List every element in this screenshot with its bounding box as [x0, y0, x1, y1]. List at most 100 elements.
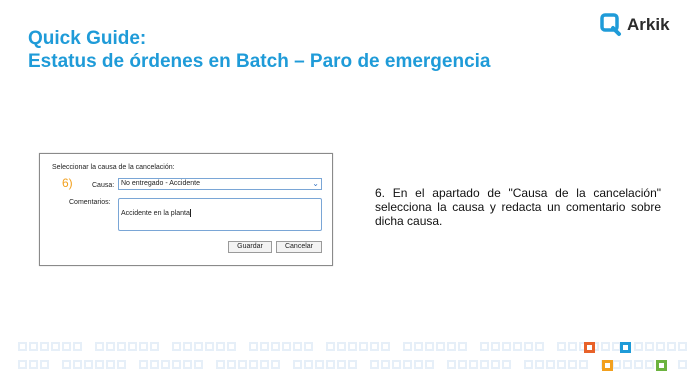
pattern-square: [392, 360, 401, 369]
pattern-square: [557, 342, 566, 351]
pattern-square: [29, 360, 38, 369]
comments-value: Accidente en la planta: [121, 209, 190, 217]
pattern-square: [271, 342, 280, 351]
comments-label: Comentarios:: [69, 199, 111, 206]
pattern-square: [524, 342, 533, 351]
arkik-logo: Arkik: [600, 12, 670, 38]
cause-select-value: No entregado - Accidente: [121, 180, 200, 187]
pattern-square: [535, 360, 544, 369]
pattern-square: [425, 342, 434, 351]
pattern-square: [502, 342, 511, 351]
pattern-square: [260, 360, 269, 369]
pattern-square: [40, 360, 49, 369]
pattern-square: [612, 360, 621, 369]
pattern-square: [216, 342, 225, 351]
accent-square: [602, 360, 613, 371]
pattern-square: [491, 360, 500, 369]
pattern-square: [447, 360, 456, 369]
pattern-square: [62, 342, 71, 351]
save-button[interactable]: Guardar: [228, 241, 272, 253]
pattern-square: [458, 342, 467, 351]
pattern-square: [139, 342, 148, 351]
pattern-square: [18, 342, 27, 351]
dialog-prompt: Seleccionar la causa de la cancelación:: [52, 164, 175, 171]
pattern-square: [469, 360, 478, 369]
pattern-square: [84, 360, 93, 369]
pattern-square: [601, 342, 610, 351]
pattern-square: [403, 342, 412, 351]
pattern-square: [183, 342, 192, 351]
pattern-square: [293, 342, 302, 351]
pattern-square: [359, 342, 368, 351]
pattern-square: [326, 342, 335, 351]
pattern-square: [568, 360, 577, 369]
pattern-square: [502, 360, 511, 369]
pattern-square: [29, 342, 38, 351]
decorative-square-pattern: [0, 340, 688, 387]
pattern-square: [568, 342, 577, 351]
pattern-square: [403, 360, 412, 369]
cancellation-dialog-screenshot: Seleccionar la causa de la cancelación: …: [39, 153, 333, 266]
pattern-square: [117, 360, 126, 369]
pattern-square: [293, 360, 302, 369]
pattern-square: [370, 360, 379, 369]
pattern-square: [480, 360, 489, 369]
pattern-square: [227, 360, 236, 369]
pattern-square: [40, 342, 49, 351]
chevron-down-icon[interactable]: ⌄: [312, 179, 319, 189]
pattern-square: [623, 360, 632, 369]
pattern-square: [73, 342, 82, 351]
pattern-square: [447, 342, 456, 351]
pattern-square: [425, 360, 434, 369]
cancel-button[interactable]: Cancelar: [276, 241, 322, 253]
pattern-square: [458, 360, 467, 369]
step-marker: 6): [62, 176, 73, 190]
pattern-square: [139, 360, 148, 369]
title-line-1: Quick Guide:: [28, 28, 147, 49]
pattern-square: [480, 342, 489, 351]
pattern-square: [414, 342, 423, 351]
pattern-square: [227, 342, 236, 351]
pattern-square: [18, 360, 27, 369]
pattern-square: [304, 360, 313, 369]
pattern-square: [656, 342, 665, 351]
pattern-square: [546, 360, 555, 369]
pattern-square: [381, 360, 390, 369]
pattern-square: [249, 342, 258, 351]
pattern-square: [238, 360, 247, 369]
pattern-square: [557, 360, 566, 369]
pattern-square: [106, 360, 115, 369]
page-title: Quick Guide: Estatus de órdenes en Batch…: [28, 27, 491, 73]
text-caret: [189, 209, 191, 217]
pattern-square: [667, 342, 676, 351]
comments-field[interactable]: Accidente en la planta: [118, 198, 322, 231]
pattern-square: [348, 342, 357, 351]
pattern-square: [370, 342, 379, 351]
step-description: 6. En el apartado de "Causa de la cancel…: [375, 186, 661, 228]
pattern-square: [678, 360, 687, 369]
pattern-square: [513, 342, 522, 351]
pattern-square: [524, 360, 533, 369]
logo-text: Arkik: [627, 15, 670, 34]
pattern-square: [491, 342, 500, 351]
pattern-square: [271, 360, 280, 369]
pattern-square: [535, 342, 544, 351]
pattern-square: [579, 360, 588, 369]
pattern-square: [194, 342, 203, 351]
pattern-square: [414, 360, 423, 369]
pattern-square: [150, 342, 159, 351]
pattern-square: [634, 342, 643, 351]
pattern-square: [645, 360, 654, 369]
pattern-square: [436, 342, 445, 351]
accent-square: [656, 360, 667, 371]
cause-label: Causa:: [92, 182, 115, 189]
pattern-square: [172, 360, 181, 369]
pattern-square: [117, 342, 126, 351]
pattern-square: [678, 342, 687, 351]
cause-select[interactable]: No entregado - Accidente ⌄: [118, 178, 322, 190]
pattern-square: [106, 342, 115, 351]
pattern-square: [249, 360, 258, 369]
pattern-square: [634, 360, 643, 369]
pattern-square: [337, 360, 346, 369]
pattern-square: [95, 360, 104, 369]
